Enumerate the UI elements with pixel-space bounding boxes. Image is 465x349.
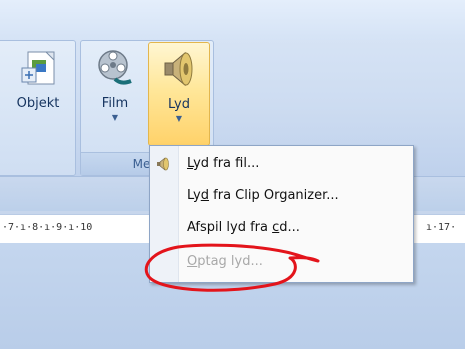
ruler-left-marks: ·7·ı·8·ı·9·ı·10 xyxy=(2,222,93,233)
lyd-button[interactable]: Lyd ▼ xyxy=(148,42,210,146)
film-button[interactable]: Film ▼ xyxy=(88,42,142,146)
film-label: Film xyxy=(101,96,129,111)
objekt-button[interactable]: Objekt xyxy=(6,42,70,146)
menu-item-accesskey: d xyxy=(200,188,210,203)
ruler-right-marks: ı·17· xyxy=(426,222,457,233)
speaker-icon xyxy=(157,157,169,171)
lyd-dropdown-menu: Lyd fra fil... Lyd fra Clip Organizer...… xyxy=(149,145,414,283)
menu-item-accesskey: O xyxy=(187,254,198,269)
menu-item-lyd-fra-fil[interactable]: Lyd fra fil... xyxy=(178,150,414,178)
object-icon xyxy=(21,51,55,85)
menu-item-text: ptag lyd... xyxy=(197,254,263,269)
speaker-icon xyxy=(164,51,193,87)
menu-item-optag-lyd: Optag lyd... xyxy=(178,248,414,276)
menu-item-text: Ly xyxy=(187,188,201,203)
menu-item-lyd-fra-clip-organizer[interactable]: Lyd fra Clip Organizer... xyxy=(178,182,414,210)
chevron-down-icon: ▼ xyxy=(175,114,183,123)
chevron-down-icon: ▼ xyxy=(111,113,119,122)
film-reel-icon xyxy=(98,50,132,85)
menu-item-text: yd fra fil... xyxy=(193,156,260,171)
objekt-label: Objekt xyxy=(16,96,60,111)
menu-item-text: fra Clip Organizer... xyxy=(209,188,339,203)
lyd-label: Lyd xyxy=(168,97,190,112)
menu-item-text: d... xyxy=(279,220,300,235)
menu-item-text: Afspil lyd fra xyxy=(187,220,273,235)
menu-item-afspil-lyd-fra-cd[interactable]: Afspil lyd fra cd... xyxy=(178,214,414,242)
ribbon-top-bar xyxy=(0,0,465,40)
